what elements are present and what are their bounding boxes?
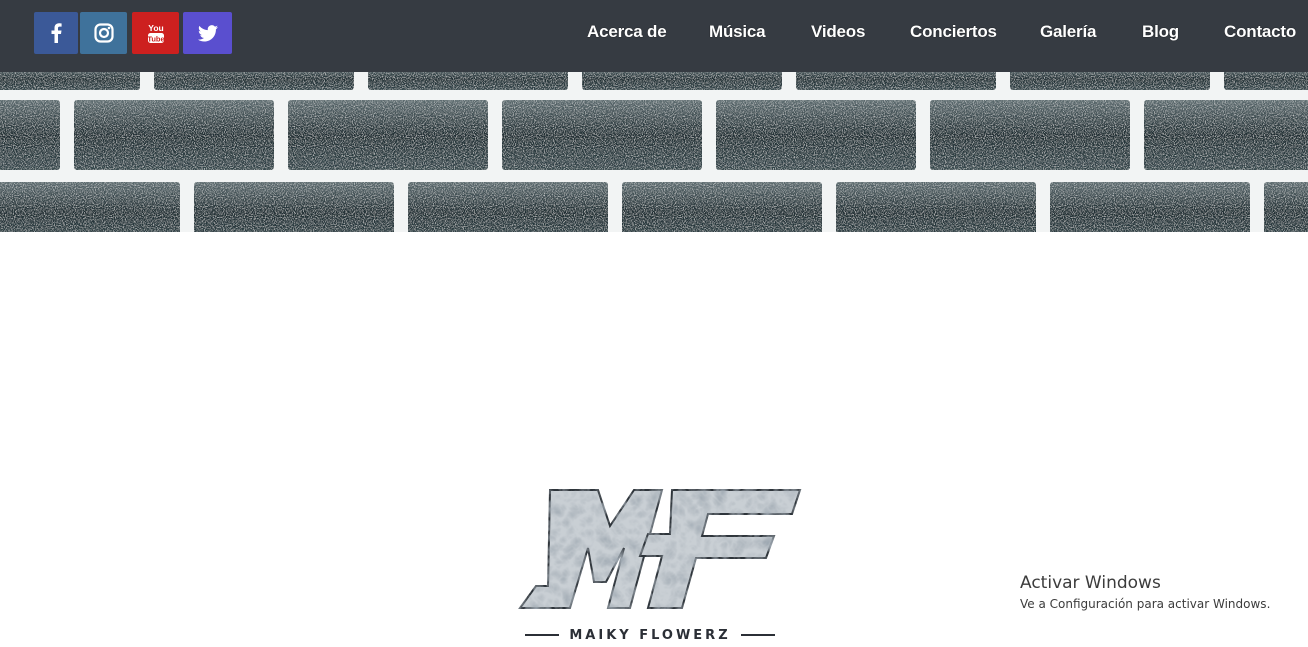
instagram-icon [93, 23, 114, 43]
brick [1010, 72, 1210, 90]
nav-musica[interactable]: Música [709, 0, 766, 64]
brick [1264, 182, 1308, 232]
brick [716, 100, 916, 170]
instagram-button[interactable] [80, 12, 127, 54]
brick [0, 72, 140, 90]
brick [622, 182, 822, 232]
brick-wall-image [0, 72, 1308, 232]
brick [1144, 100, 1308, 170]
brick [154, 72, 354, 90]
youtube-label-top: You [148, 23, 163, 33]
brick [930, 100, 1130, 170]
facebook-icon [51, 23, 62, 43]
nav-blog[interactable]: Blog [1142, 0, 1179, 64]
maiky-flowerz-logo [518, 489, 802, 609]
brick [796, 72, 996, 90]
brick [74, 100, 274, 170]
top-navigation-bar: You Tube Acerca de Música Videos Concier… [0, 0, 1308, 72]
nav-conciertos[interactable]: Conciertos [910, 0, 997, 64]
watermark-subtitle: Ve a Configuración para activar Windows. [1020, 597, 1271, 611]
brick [0, 100, 60, 170]
youtube-label-bottom: Tube [147, 34, 164, 43]
caption-rule-right [740, 634, 775, 636]
youtube-icon: You Tube [147, 23, 164, 43]
brick [582, 72, 782, 90]
brick [1224, 72, 1308, 90]
brick [408, 182, 608, 232]
brick-wall-banner [0, 72, 1308, 232]
youtube-button[interactable]: You Tube [132, 12, 179, 54]
watermark-title: Activar Windows [1020, 573, 1161, 593]
artist-name: MAIKY FLOWERZ [569, 627, 731, 643]
brick [0, 182, 180, 232]
twitter-icon [197, 24, 218, 41]
brick [502, 100, 702, 170]
windows-activation-watermark: Activar Windows Ve a Configuración para … [1020, 572, 1270, 614]
nav-videos[interactable]: Videos [811, 0, 865, 64]
brick [288, 100, 488, 170]
brick [836, 182, 1036, 232]
nav-contacto[interactable]: Contacto [1224, 0, 1296, 64]
logo-caption: MAIKY FLOWERZ [520, 626, 780, 644]
brick [368, 72, 568, 90]
brick [194, 182, 394, 232]
nav-galeria[interactable]: Galería [1040, 0, 1096, 64]
brick [1050, 182, 1250, 232]
twitter-button[interactable] [183, 12, 232, 54]
facebook-button[interactable] [34, 12, 78, 54]
nav-acerca-de[interactable]: Acerca de [587, 0, 667, 64]
caption-rule-left [525, 634, 560, 636]
